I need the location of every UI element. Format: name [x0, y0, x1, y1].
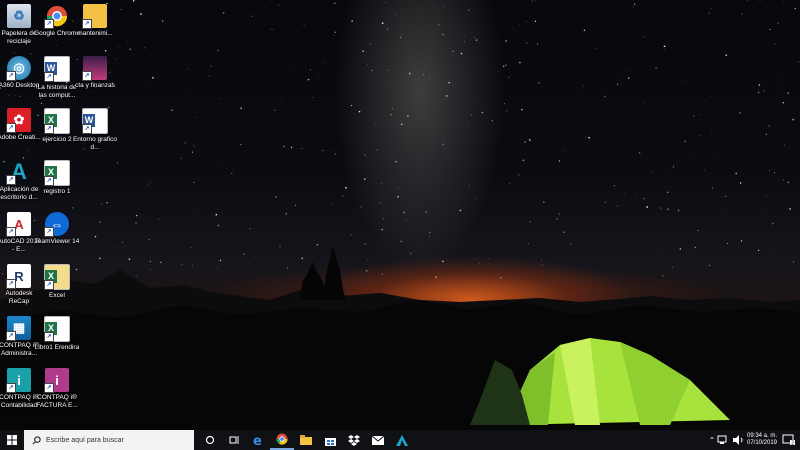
desktop-icon[interactable]: ♻ Papelera de reciclaje	[0, 4, 40, 46]
contpaq-factura-icon: i ↗	[44, 368, 69, 393]
clock-time: 09:34 a. m.	[746, 433, 778, 439]
shortcut-arrow-icon: ↗	[6, 175, 16, 185]
desktop-icon[interactable]: ⇔ ↗ TeamViewer 14	[34, 212, 80, 246]
network-icon[interactable]	[717, 435, 729, 445]
shortcut-arrow-icon: ↗	[82, 19, 92, 29]
windows-logo-icon	[7, 435, 17, 445]
mountain-landscape	[0, 245, 800, 430]
shortcut-arrow-icon: ↗	[6, 383, 16, 393]
shortcut-arrow-icon: ↗	[44, 280, 54, 290]
shortcut-arrow-icon: ↗	[6, 123, 16, 133]
taskbar-edge[interactable]: e	[246, 430, 270, 450]
shortcut-arrow-icon: ↗	[82, 124, 92, 134]
svg-text:e: e	[253, 434, 262, 446]
desktop-icon-label: Libro1 Erendira	[34, 344, 80, 351]
taskbar-autodesk[interactable]	[390, 430, 414, 450]
edge-icon: e	[253, 434, 262, 446]
desktop-icon[interactable]: X ↗ registro 1	[36, 160, 78, 196]
adobe-cc-icon: ✿ ↗	[6, 108, 31, 133]
desktop-icon-label: Entorno grafico d...	[72, 136, 118, 151]
desktop-icon[interactable]: X ↗ Libro1 Erendira	[34, 316, 80, 352]
search-placeholder: Escribe aquí para buscar	[46, 436, 124, 444]
word-doc-icon: W ↗	[44, 56, 70, 82]
action-center-icon[interactable]: 2	[782, 434, 796, 446]
shortcut-arrow-icon: ↗	[44, 124, 54, 134]
desktop-icon[interactable]: ↗ mantenimi...	[74, 4, 116, 38]
taskbar: Escribe aquí para buscar e ⌃ 09:34 a. m.	[0, 430, 800, 450]
mail-icon	[372, 435, 384, 445]
desktop-icon[interactable]: i ↗ CONTPAQ i® FACTURA E...	[36, 368, 78, 410]
dropbox-icon	[348, 434, 360, 446]
excel-file-icon: X ↗	[44, 316, 70, 342]
desktop-icon[interactable]: W ↗ La historia de las comput...	[36, 56, 78, 100]
taskbar-store[interactable]	[318, 430, 342, 450]
shortcut-arrow-icon: ↗	[44, 176, 54, 186]
cortana-button[interactable]	[198, 430, 222, 450]
folder-icon: ↗	[82, 4, 107, 29]
task-view-button[interactable]	[222, 430, 246, 450]
desktop-icon[interactable]: X ↗ Excel	[36, 264, 78, 300]
excel-file-icon: X ↗	[44, 160, 70, 186]
shortcut-arrow-icon: ↗	[6, 279, 16, 289]
recap-icon: R ↗	[6, 264, 31, 289]
desktop-icon-label: mantenimi...	[77, 30, 113, 37]
desktop-icon-label: Excel	[49, 292, 65, 299]
chevron-up-icon[interactable]: ⌃	[707, 436, 717, 445]
excel-folder-icon: X ↗	[44, 264, 70, 290]
file-explorer-icon	[300, 435, 312, 445]
recycle-bin-icon: ♻	[7, 4, 31, 28]
autocad-icon: A ↗	[6, 212, 31, 237]
start-button[interactable]	[0, 430, 24, 450]
teamviewer-icon: ⇔ ↗	[44, 212, 69, 237]
autodesk-desktop-app-icon: A ↗	[6, 159, 31, 185]
shortcut-arrow-icon: ↗	[44, 227, 54, 237]
desktop-wallpaper: ♻ Papelera de reciclaje ↗ Google Chrome ↗ man…	[0, 0, 800, 430]
desktop-icon[interactable]: W ↗ Entorno grafico d...	[72, 108, 118, 152]
shortcut-arrow-icon: ↗	[6, 331, 16, 341]
cortana-icon	[205, 435, 215, 445]
autodesk-icon	[396, 434, 408, 446]
shortcut-arrow-icon: ↗	[6, 71, 16, 81]
volume-icon[interactable]	[732, 435, 744, 445]
desktop-icon-label: registro 1	[43, 188, 71, 195]
desktop-icon[interactable]: A ↗ AutoCAD 2018 - E...	[0, 212, 41, 254]
desktop-icon-label: TeamViewer 14	[34, 238, 80, 245]
taskbar-dropbox[interactable]	[342, 430, 366, 450]
shortcut-arrow-icon: ↗	[44, 72, 54, 82]
shortcut-arrow-icon: ↗	[44, 383, 54, 393]
chrome-icon: ↗	[44, 4, 69, 29]
task-view-icon	[229, 436, 238, 444]
svg-text:2: 2	[791, 441, 794, 447]
system-tray: ⌃ 09:34 a. m. 07/10/2019 2	[707, 430, 800, 450]
desktop-icon-label: cta y finanzas	[75, 82, 115, 89]
desktop-icon-label: CONTPAQ i® FACTURA E...	[36, 394, 78, 409]
excel-file-icon: X ↗	[44, 108, 70, 134]
a360-icon: ◎ ↗	[6, 56, 31, 81]
clock-date: 07/10/2019	[746, 440, 778, 446]
search-icon	[32, 435, 41, 444]
taskbar-clock[interactable]: 09:34 a. m. 07/10/2019	[744, 433, 780, 447]
shortcut-arrow-icon: ↗	[44, 332, 54, 342]
taskbar-chrome[interactable]	[270, 430, 294, 450]
chrome-icon	[276, 433, 288, 445]
desktop-icon[interactable]: ↗ cta y finanzas	[74, 56, 116, 90]
shortcut-arrow-icon: ↗	[6, 227, 16, 237]
contpaq-admin-icon: ▦ ↗	[6, 316, 31, 341]
presentation-file-icon: ↗	[82, 56, 107, 81]
taskbar-file-explorer[interactable]	[294, 430, 318, 450]
taskbar-mail[interactable]	[366, 430, 390, 450]
taskbar-search-box[interactable]: Escribe aquí para buscar	[24, 430, 194, 450]
shortcut-arrow-icon: ↗	[44, 19, 54, 29]
contpaq-contabilidad-icon: i ↗	[6, 368, 31, 393]
store-icon	[324, 437, 336, 446]
word-doc-icon: W ↗	[82, 108, 108, 134]
shortcut-arrow-icon: ↗	[82, 71, 92, 81]
